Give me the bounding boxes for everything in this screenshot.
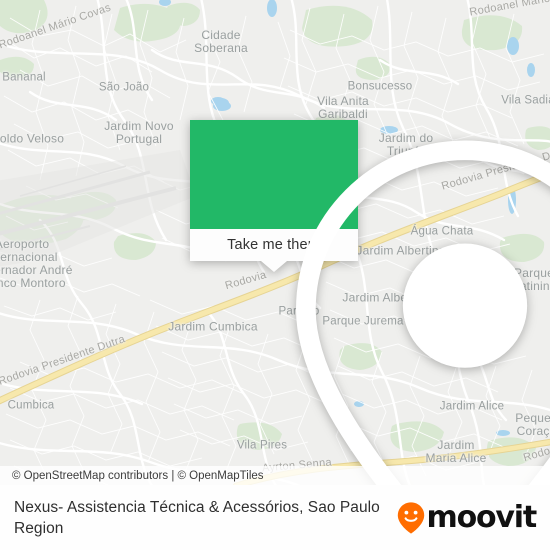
popup-pointer-tail [261,261,287,272]
map-canvas[interactable]: Cidade Soberana Bonsucesso Vila Anita Gari… [0,0,550,485]
page-title: Nexus- Assistencia Técnica & Acessórios,… [14,498,380,537]
map-attribution-bar: © OpenStreetMap contributors | © OpenMap… [0,466,550,485]
moovit-map-screenshot: Cidade Soberana Bonsucesso Vila Anita Gari… [0,0,550,550]
bottom-title-bar: Nexus- Assistencia Técnica & Acessórios,… [0,485,550,550]
map-pin-icon [296,140,550,485]
location-popup-card[interactable]: Take me there [190,120,550,485]
attribution-text[interactable]: © OpenStreetMap contributors | © OpenMap… [0,470,264,482]
popup-header [190,120,550,485]
moovit-wordmark: moovit [426,499,538,535]
moovit-smiley-pin-icon [397,501,424,534]
moovit-logo[interactable]: moovit [396,499,538,535]
